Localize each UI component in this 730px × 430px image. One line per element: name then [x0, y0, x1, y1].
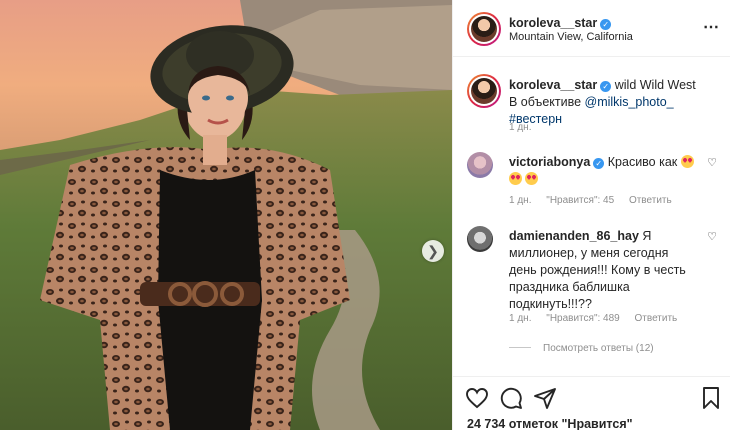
verified-badge-icon: ✓	[600, 81, 612, 92]
comment-meta: 1 дн. "Нравится": 45 Ответить	[509, 195, 684, 206]
likes-count[interactable]: 24 734 отметок "Нравится"	[467, 417, 633, 430]
author-avatar[interactable]	[467, 12, 501, 46]
caption-text: koroleva__star ✓ wild Wild West В объекти…	[509, 77, 697, 128]
comment-meta: 1 дн. "Нравится": 489 Ответить	[509, 313, 689, 324]
comment-item: victoriabonya ✓ Красиво как ♡ 1 дн. "Нрав…	[467, 152, 717, 212]
post-location[interactable]: Mountain View, California	[509, 31, 633, 43]
comment-like-heart-icon[interactable]: ♡	[707, 230, 717, 243]
post-header: koroleva__star ✓ Mountain View, Californi…	[453, 0, 730, 57]
heart-icon[interactable]	[465, 386, 489, 410]
replies-divider	[509, 347, 531, 348]
heart-eyes-emoji-icon	[525, 172, 539, 185]
bookmark-icon[interactable]	[699, 386, 723, 410]
comments-list: koroleva__star ✓ wild Wild West В объекти…	[453, 58, 730, 376]
commenter-avatar[interactable]	[467, 226, 493, 252]
post-side-panel: koroleva__star ✓ Mountain View, Californi…	[452, 0, 730, 430]
next-photo-button[interactable]: ❯	[422, 240, 444, 262]
commenter-avatar[interactable]	[467, 152, 493, 178]
photo-scene	[0, 0, 452, 430]
comment-time[interactable]: 1 дн.	[509, 313, 531, 324]
caption-time[interactable]: 1 дн.	[509, 122, 531, 133]
view-replies-label: Посмотреть ответы (12)	[543, 343, 654, 354]
verified-badge-icon: ✓	[593, 158, 605, 169]
comment-reply-button[interactable]: Ответить	[635, 313, 678, 324]
post-actions-bar: 24 734 отметок "Нравится"	[453, 376, 730, 430]
chevron-right-icon: ❯	[427, 242, 439, 259]
verified-badge-icon: ✓	[600, 19, 612, 30]
comment-like-heart-icon[interactable]: ♡	[707, 156, 717, 169]
comment-likes-count[interactable]: "Нравится": 489	[546, 313, 619, 324]
caption-username[interactable]: koroleva__star	[509, 78, 597, 92]
comment-item: damienanden_86_hay Я миллионер, у меня с…	[467, 226, 717, 336]
comment-text: damienanden_86_hay Я миллионер, у меня с…	[509, 228, 697, 313]
author-username[interactable]: koroleva__star	[509, 16, 597, 30]
comment-username[interactable]: damienanden_86_hay	[509, 229, 639, 243]
share-icon[interactable]	[533, 386, 557, 410]
comment-likes-count[interactable]: "Нравится": 45	[546, 195, 614, 206]
heart-eyes-emoji-icon	[509, 172, 522, 185]
comment-time[interactable]: 1 дн.	[509, 195, 531, 206]
comment-username[interactable]: victoriabonya	[509, 155, 590, 169]
comment-body: Красиво как	[607, 155, 681, 169]
more-options-icon[interactable]: ⋯	[703, 17, 720, 37]
caption-mention-link[interactable]: @milkis_photo_	[585, 95, 674, 109]
heart-eyes-emoji-icon	[680, 155, 694, 168]
author-line: koroleva__star ✓	[509, 14, 612, 32]
caption-meta: 1 дн.	[509, 122, 543, 133]
view-replies-button[interactable]: Посмотреть ответы (12)	[509, 343, 654, 354]
comment-icon[interactable]	[499, 386, 523, 410]
caption-block: koroleva__star ✓ wild Wild West В объекти…	[467, 74, 717, 144]
caption-author-avatar[interactable]	[467, 74, 501, 108]
post-photo[interactable]: ❯	[0, 0, 452, 430]
comment-text: victoriabonya ✓ Красиво как	[509, 154, 697, 188]
comment-reply-button[interactable]: Ответить	[629, 195, 672, 206]
